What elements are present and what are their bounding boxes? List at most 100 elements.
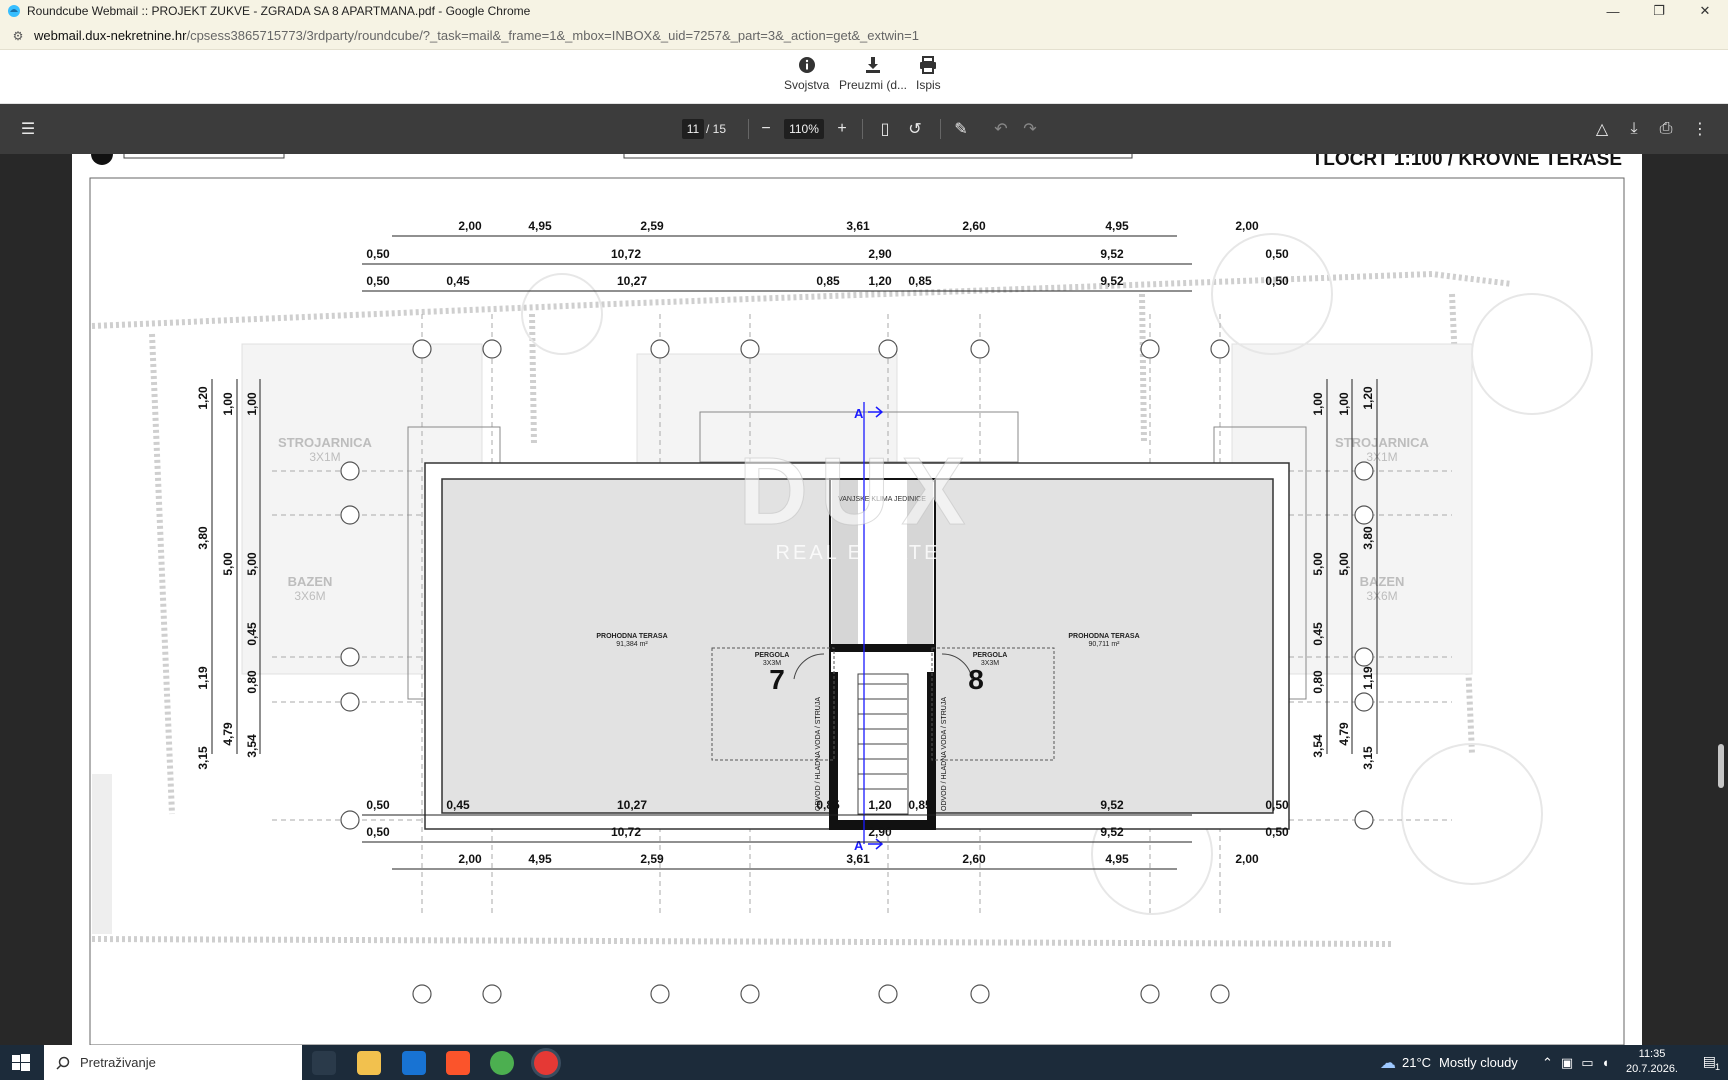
dimension-label: 1,20 [1361,386,1375,410]
annotate-icon[interactable]: ✎ [951,119,971,139]
fit-page-icon[interactable]: ▯ [875,119,895,139]
address-bar[interactable]: ⚙ webmail.dux-nekretnine.hr/cpsess386571… [0,22,1728,50]
dimension-label: 1,00 [245,392,259,416]
volume-icon[interactable]: ◖ [1602,1055,1610,1070]
dimension-label: 0,50 [1265,247,1289,261]
windows-taskbar: Pretraživanje ☁ 21°C Mostly cloudy ⌃ ▣ ▭… [0,1045,1728,1080]
separator [940,119,941,139]
roundcube-icon [7,4,21,18]
rotate-icon[interactable]: ↺ [905,119,925,139]
page-number-input[interactable]: 11 [682,119,704,139]
dimension-label: 0,85 [908,798,932,812]
dimension-label: 3,80 [1361,526,1375,550]
terrace-left-area: 91,384 m² [616,641,648,648]
brave-icon[interactable] [446,1051,470,1075]
search-icon [56,1056,70,1070]
dimension-label: 2,00 [1235,219,1259,233]
attachment-toolbar: Svojstva Preuzmi (d... Ispis [0,50,1728,104]
dimension-label: 0,50 [366,274,390,288]
dimension-label: 1,19 [1361,666,1375,690]
watermark-logo: DUX [739,438,978,545]
chrome-icon[interactable] [490,1051,514,1075]
zoom-input[interactable]: 110% [784,119,824,139]
redo-icon[interactable]: ↷ [1020,119,1040,139]
download-button[interactable]: Preuzmi (d... [839,56,907,92]
restore-button[interactable]: ❐ [1636,0,1682,22]
dimension-label: 4,95 [528,852,552,866]
dimension-label: 10,27 [617,274,647,288]
pdf-scrollbar[interactable] [1714,154,1728,1045]
clock-time: 11:35 [1638,1048,1666,1060]
window-titlebar: Roundcube Webmail :: PROJEKT ZUKVE - ZGR… [0,0,1728,22]
properties-button[interactable]: Svojstva [784,56,829,92]
pool-left: BAZEN [288,574,333,589]
close-button[interactable]: ✕ [1682,0,1728,22]
download-label: Preuzmi (d... [839,78,908,92]
drive-icon[interactable]: △ [1592,119,1612,139]
dimension-label: 0,45 [1311,622,1325,646]
dimension-label: 0,45 [446,798,470,812]
pergola-right: PERGOLA [973,652,1008,659]
apartment-7-number: 7 [769,664,785,695]
machine-room-left: STROJARNICA [278,435,373,450]
dimension-label: 1,19 [196,666,210,690]
drain-label-right: ODVOD / HLADNA VODA / STRUJA [941,697,948,811]
page-total: / 15 [706,122,727,136]
zoom-in-icon[interactable]: + [832,119,852,139]
dimension-label: 0,45 [245,622,259,646]
undo-icon[interactable]: ↶ [991,119,1011,139]
chrome-active-icon[interactable] [534,1051,558,1075]
outlook-icon[interactable] [402,1051,426,1075]
floor-plan-drawing: TLOCRT 1:100 / KROVNE TERASE STROJARNICA… [89,154,1625,1045]
url-path: /cpsess3865715773/3rdparty/roundcube/?_t… [186,28,919,43]
zoom-out-icon[interactable]: − [756,119,776,139]
dimension-label: 2,90 [868,825,892,839]
separator [862,119,863,139]
file-explorer-icon[interactable] [357,1051,381,1075]
dimension-label: 0,50 [1265,825,1289,839]
dimension-label: 1,00 [1337,392,1351,416]
download-pdf-icon[interactable]: ⤓ [1624,119,1644,139]
sheet-title: TLOCRT 1:100 / KROVNE TERASE [1312,154,1622,170]
dimension-label: 0,50 [1265,274,1289,288]
site-settings-icon[interactable]: ⚙ [10,28,26,44]
cloud-icon: ☁ [1380,1054,1396,1072]
menu-icon[interactable]: ☰ [18,119,38,139]
print-button[interactable]: Ispis [916,56,941,92]
dimension-label: 0,50 [366,825,390,839]
dimension-label: 2,60 [962,219,986,233]
dimension-label: 3,80 [196,526,210,550]
print-label: Ispis [916,78,941,92]
start-button[interactable] [9,1051,33,1075]
printer-icon [920,56,937,74]
network-icon[interactable]: ▭ [1581,1055,1593,1071]
weather-widget[interactable]: ☁ 21°C Mostly cloudy [1380,1045,1518,1080]
taskbar-search[interactable]: Pretraživanje [44,1045,302,1080]
terrace-right-area: 90,711 m² [1089,641,1121,648]
dimension-label: 2,60 [962,852,986,866]
properties-label: Svojstva [784,78,830,92]
dimension-label: 2,59 [640,219,664,233]
task-view-icon[interactable] [312,1051,336,1075]
dimension-label: 4,79 [1337,722,1351,746]
download-icon [866,57,880,73]
scrollbar-thumb[interactable] [1718,744,1724,788]
url-host: webmail.dux-nekretnine.hr [34,28,187,43]
dimension-label: 0,50 [1265,798,1289,812]
print-pdf-icon[interactable]: ⎙ [1656,119,1676,139]
apartment-8-number: 8 [968,664,984,695]
dimension-label: 4,79 [221,722,235,746]
dimension-label: 9,52 [1100,825,1124,839]
more-icon[interactable]: ⋮ [1690,119,1710,139]
window-title: Roundcube Webmail :: PROJEKT ZUKVE - ZGR… [27,4,531,18]
dimension-label: 2,59 [640,852,664,866]
dimension-label: 3,15 [1361,746,1375,770]
tray-chevron-icon[interactable]: ⌃ [1542,1055,1553,1071]
tray-app-icon[interactable]: ▣ [1561,1055,1573,1071]
system-tray: ⌃ ▣ ▭ ◖ [1542,1045,1609,1080]
minimize-button[interactable]: — [1590,0,1636,22]
dimension-label: 10,72 [611,825,641,839]
clock[interactable]: 11:35 20.7.2026. [1622,1047,1682,1077]
dimension-label: 3,54 [1311,734,1325,758]
dimension-label: 5,00 [1311,552,1325,576]
